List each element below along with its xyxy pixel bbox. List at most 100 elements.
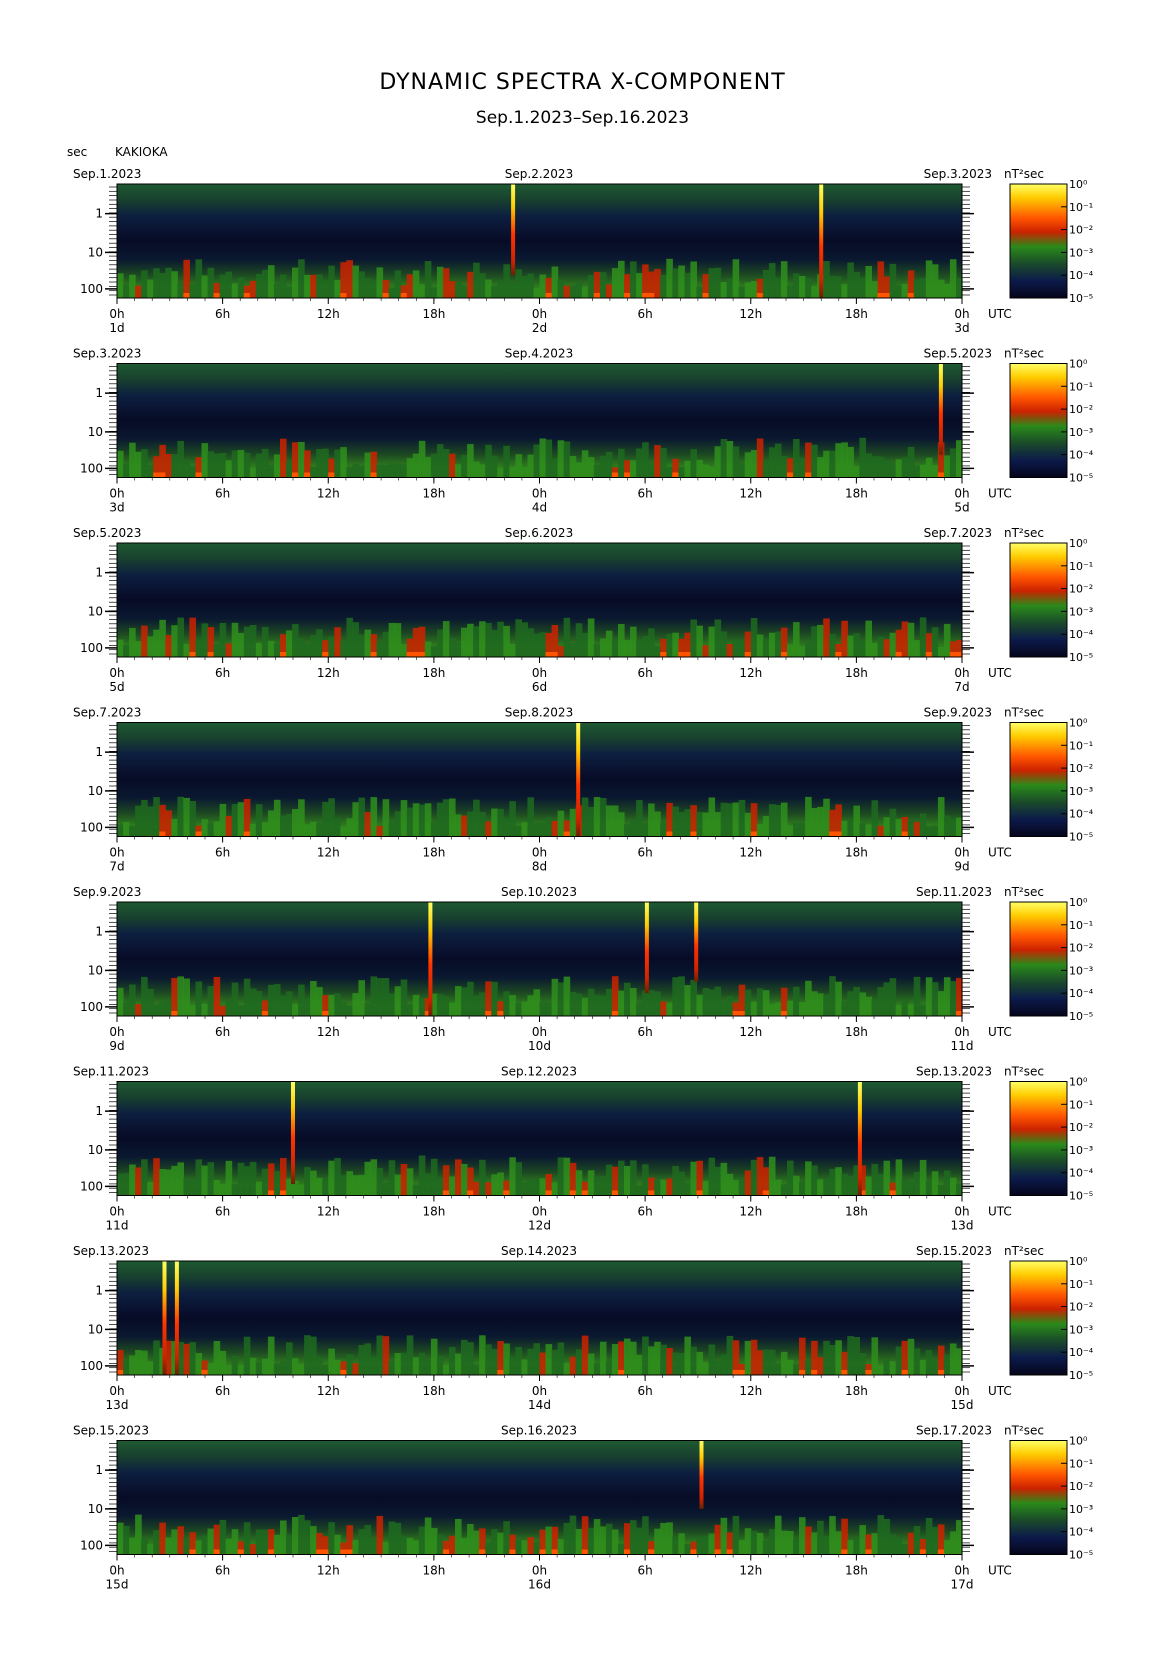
activity-column bbox=[364, 1343, 372, 1375]
activity-column bbox=[364, 812, 372, 837]
activity-column bbox=[871, 281, 879, 298]
activity-column bbox=[744, 812, 752, 837]
activity-column bbox=[847, 991, 854, 1016]
activity-column bbox=[551, 458, 559, 478]
activity-column bbox=[394, 1174, 402, 1196]
activity-column bbox=[539, 822, 547, 837]
x-tick-label: 18h bbox=[422, 307, 445, 321]
activity-hotspot bbox=[611, 472, 619, 478]
activity-column bbox=[901, 284, 909, 298]
activity-column bbox=[129, 1537, 136, 1555]
activity-column bbox=[618, 448, 625, 478]
activity-hotspot bbox=[895, 652, 903, 657]
activity-column bbox=[195, 981, 203, 1016]
activity-column bbox=[829, 1168, 836, 1196]
colorbar-unit-label: nT²sec bbox=[1004, 885, 1044, 899]
activity-column bbox=[424, 1173, 432, 1196]
activity-column bbox=[255, 453, 263, 478]
activity-column bbox=[509, 1157, 516, 1196]
activity-column bbox=[358, 271, 365, 298]
activity-column bbox=[599, 272, 607, 298]
activity-column bbox=[123, 645, 130, 657]
activity-hotspot bbox=[919, 1549, 927, 1555]
activity-column bbox=[207, 1528, 215, 1555]
activity-column bbox=[461, 987, 468, 1016]
activity-column bbox=[672, 632, 679, 657]
activity-column bbox=[654, 1180, 661, 1196]
activity-column bbox=[575, 993, 583, 1016]
activity-column bbox=[171, 1529, 178, 1555]
activity-column bbox=[177, 976, 184, 1016]
activity-column bbox=[768, 1156, 776, 1196]
colorbar-tick-label: 10⁻⁵ bbox=[1069, 1010, 1093, 1023]
activity-column bbox=[141, 799, 148, 837]
activity-column bbox=[726, 1335, 734, 1375]
activity-column bbox=[569, 991, 577, 1016]
activity-column bbox=[436, 444, 444, 478]
activity-column bbox=[654, 1528, 661, 1555]
x-tick-label: 0h bbox=[109, 307, 124, 321]
activity-column bbox=[605, 1523, 613, 1555]
activity-column bbox=[473, 262, 480, 298]
activity-column bbox=[340, 640, 347, 657]
x-tick-label: 0h bbox=[532, 487, 547, 501]
activity-column bbox=[805, 980, 812, 1016]
activity-column bbox=[865, 1176, 872, 1196]
activity-column bbox=[521, 1540, 528, 1555]
day-label-mid: 12d bbox=[528, 1219, 551, 1233]
activity-column bbox=[581, 1335, 589, 1375]
activity-column bbox=[292, 1517, 299, 1555]
activity-column bbox=[382, 1336, 390, 1375]
activity-hotspot bbox=[412, 652, 420, 657]
colorbar-tick-label: 10⁰ bbox=[1069, 358, 1088, 371]
activity-column bbox=[267, 810, 275, 837]
activity-column bbox=[400, 1535, 408, 1555]
activity-column bbox=[231, 622, 239, 657]
panel-date-right: Sep.11.2023 bbox=[916, 885, 992, 899]
spectrum-panel: Sep.11.2023 Sep.12.2023 Sep.13.2023 nT²sec 1… bbox=[73, 1065, 1094, 1233]
activity-column bbox=[527, 797, 534, 837]
activity-column bbox=[147, 1361, 154, 1375]
activity-column bbox=[829, 450, 836, 478]
x-tick-label: 6h bbox=[638, 1564, 653, 1578]
activity-column bbox=[943, 1354, 951, 1375]
activity-column bbox=[889, 1361, 897, 1375]
panel-date-right: Sep.13.2023 bbox=[916, 1065, 992, 1079]
colorbar bbox=[1009, 1440, 1068, 1555]
activity-column bbox=[599, 1526, 607, 1555]
activity-column bbox=[799, 646, 806, 657]
activity-column bbox=[370, 1159, 378, 1196]
activity-column bbox=[811, 626, 818, 657]
activity-hotspot bbox=[835, 652, 842, 657]
x-tick-label: 0h bbox=[109, 1564, 124, 1578]
activity-column bbox=[310, 1170, 317, 1196]
activity-column bbox=[545, 1526, 553, 1555]
activity-column bbox=[835, 1340, 842, 1375]
activity-column bbox=[672, 268, 679, 298]
x-tick-label: 6h bbox=[215, 1205, 230, 1219]
colorbar-unit-label: nT²sec bbox=[1004, 1244, 1044, 1258]
activity-column bbox=[243, 1522, 251, 1555]
activity-column bbox=[889, 263, 897, 298]
activity-column bbox=[286, 1342, 293, 1375]
x-tick-label: 0h bbox=[532, 307, 547, 321]
activity-column bbox=[521, 822, 528, 837]
activity-column bbox=[213, 453, 221, 478]
x-tick-label: 12h bbox=[317, 846, 340, 860]
activity-column bbox=[690, 619, 697, 657]
activity-column bbox=[521, 622, 528, 657]
activity-column bbox=[436, 629, 444, 657]
activity-column bbox=[883, 639, 891, 657]
activity-column bbox=[497, 1532, 504, 1555]
x-tick-label: 12h bbox=[317, 487, 340, 501]
activity-column bbox=[527, 273, 534, 298]
day-label-start: 11d bbox=[106, 1219, 129, 1233]
activity-column bbox=[793, 1175, 800, 1196]
activity-column bbox=[135, 285, 142, 298]
activity-hotspot bbox=[370, 652, 378, 657]
activity-column bbox=[455, 1159, 462, 1196]
activity-column bbox=[678, 812, 685, 837]
activity-column bbox=[165, 1000, 172, 1016]
activity-column bbox=[593, 644, 601, 657]
activity-column bbox=[485, 279, 492, 298]
